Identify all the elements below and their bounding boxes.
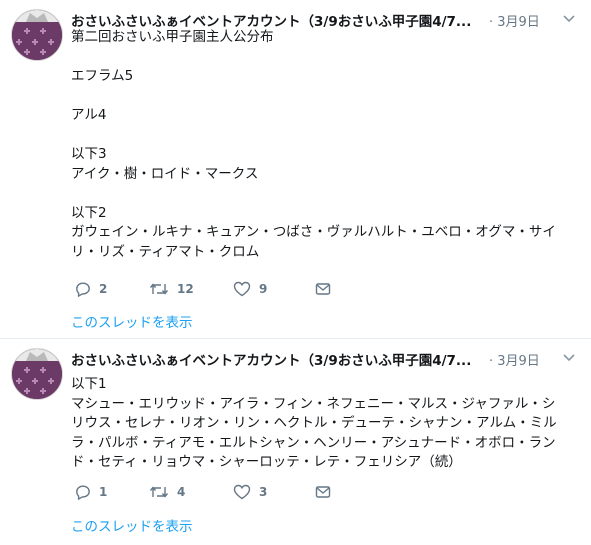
like-button[interactable]: 3 — [233, 482, 267, 502]
tweet-line — [71, 184, 579, 204]
tweet-line: 第二回おさいふ甲子園主人公分布 — [71, 29, 274, 45]
like-count: 3 — [259, 485, 268, 499]
direct-message-button[interactable] — [315, 482, 331, 502]
like-button[interactable]: 9 — [233, 279, 267, 299]
retweet-count: 12 — [177, 282, 194, 296]
tweet-line: アル4 — [71, 107, 107, 123]
tweet-header: おさいふさいふぁイベントアカウント（3/9おさいふ甲子園4/7... · 3月9… — [71, 347, 581, 369]
retweet-button[interactable]: 4 — [149, 482, 185, 502]
tweet-line: 以下3 — [71, 146, 107, 162]
envelope-icon — [315, 281, 331, 297]
tweet-line: リウス・セレナ・リオン・リン・ヘクトル・デューテ・シャナン・アルム・ミル — [71, 415, 557, 431]
direct-message-button[interactable] — [315, 279, 331, 299]
tweet-line — [71, 126, 579, 146]
retweet-button[interactable]: 12 — [149, 279, 194, 299]
tweet-text: 第二回おさいふ甲子園主人公分布 エフラム5 アル4 以下3 アイク・樹・ロイド・… — [71, 28, 579, 262]
heart-icon — [233, 281, 251, 297]
tweet-line: ド・セティ・リョウマ・シャーロッテ・レテ・フェリシア（続） — [71, 454, 462, 470]
tweet-line — [71, 87, 579, 107]
tweet-feed: おさいふさいふぁイベントアカウント（3/9おさいふ甲子園4/7... · 3月9… — [0, 0, 591, 545]
retweet-icon — [149, 484, 169, 500]
retweet-count: 4 — [177, 485, 186, 499]
reply-count: 2 — [99, 282, 108, 296]
tweet-line: ラ・パルボ・ティアモ・エルトシャン・ヘンリー・アシュナード・オボロ・ラン — [71, 434, 556, 451]
tweet-date[interactable]: · 3月9日 — [489, 350, 540, 369]
avatar[interactable] — [11, 348, 63, 400]
reply-icon — [75, 484, 91, 500]
avatar[interactable] — [11, 9, 63, 61]
tweet-line: 以下2 — [71, 204, 107, 221]
tweet-line: マシュー・エリウッド・アイラ・フィン・ネフェニー・マルス・ジャファル・シ — [71, 395, 556, 412]
tweet-line: アイク・樹・ロイド・マークス — [71, 165, 259, 182]
account-name[interactable]: おさいふさいふぁイベントアカウント（3/9おさいふ甲子園4/7... — [71, 349, 479, 369]
retweet-icon — [149, 281, 169, 297]
tweet-line: リ・リズ・ティアマト・クロム — [71, 243, 260, 260]
chevron-down-icon[interactable] — [561, 10, 577, 26]
account-name[interactable]: おさいふさいふぁイベントアカウント（3/9おさいふ甲子園4/7... — [71, 10, 479, 30]
heart-icon — [233, 484, 251, 500]
reply-count: 1 — [99, 485, 108, 499]
reply-button[interactable]: 2 — [75, 279, 107, 299]
reply-icon — [75, 281, 91, 297]
like-count: 9 — [259, 282, 268, 296]
tweet-header: おさいふさいふぁイベントアカウント（3/9おさいふ甲子園4/7... · 3月9… — [71, 8, 581, 30]
tweet-line: 以下1 — [71, 376, 107, 392]
show-thread-link[interactable]: このスレッドを表示 — [71, 311, 193, 331]
tweet-line: ガウェイン・ルキナ・キュアン・つばさ・ヴァルハルト・ユベロ・オグマ・サイ — [71, 224, 556, 240]
envelope-icon — [315, 484, 331, 500]
tweet[interactable]: おさいふさいふぁイベントアカウント（3/9おさいふ甲子園4/7... · 3月9… — [0, 0, 591, 339]
reply-button[interactable]: 1 — [75, 482, 107, 502]
tweet-line — [71, 48, 579, 68]
tweet[interactable]: おさいふさいふぁイベントアカウント（3/9おさいふ甲子園4/7... · 3月9… — [0, 339, 591, 545]
chevron-down-icon[interactable] — [561, 349, 577, 365]
tweet-text: 以下1 マシュー・エリウッド・アイラ・フィン・ネフェニー・マルス・ジャファル・シ… — [71, 375, 579, 473]
show-thread-link[interactable]: このスレッドを表示 — [71, 515, 193, 535]
tweet-line: エフラム5 — [71, 68, 134, 84]
